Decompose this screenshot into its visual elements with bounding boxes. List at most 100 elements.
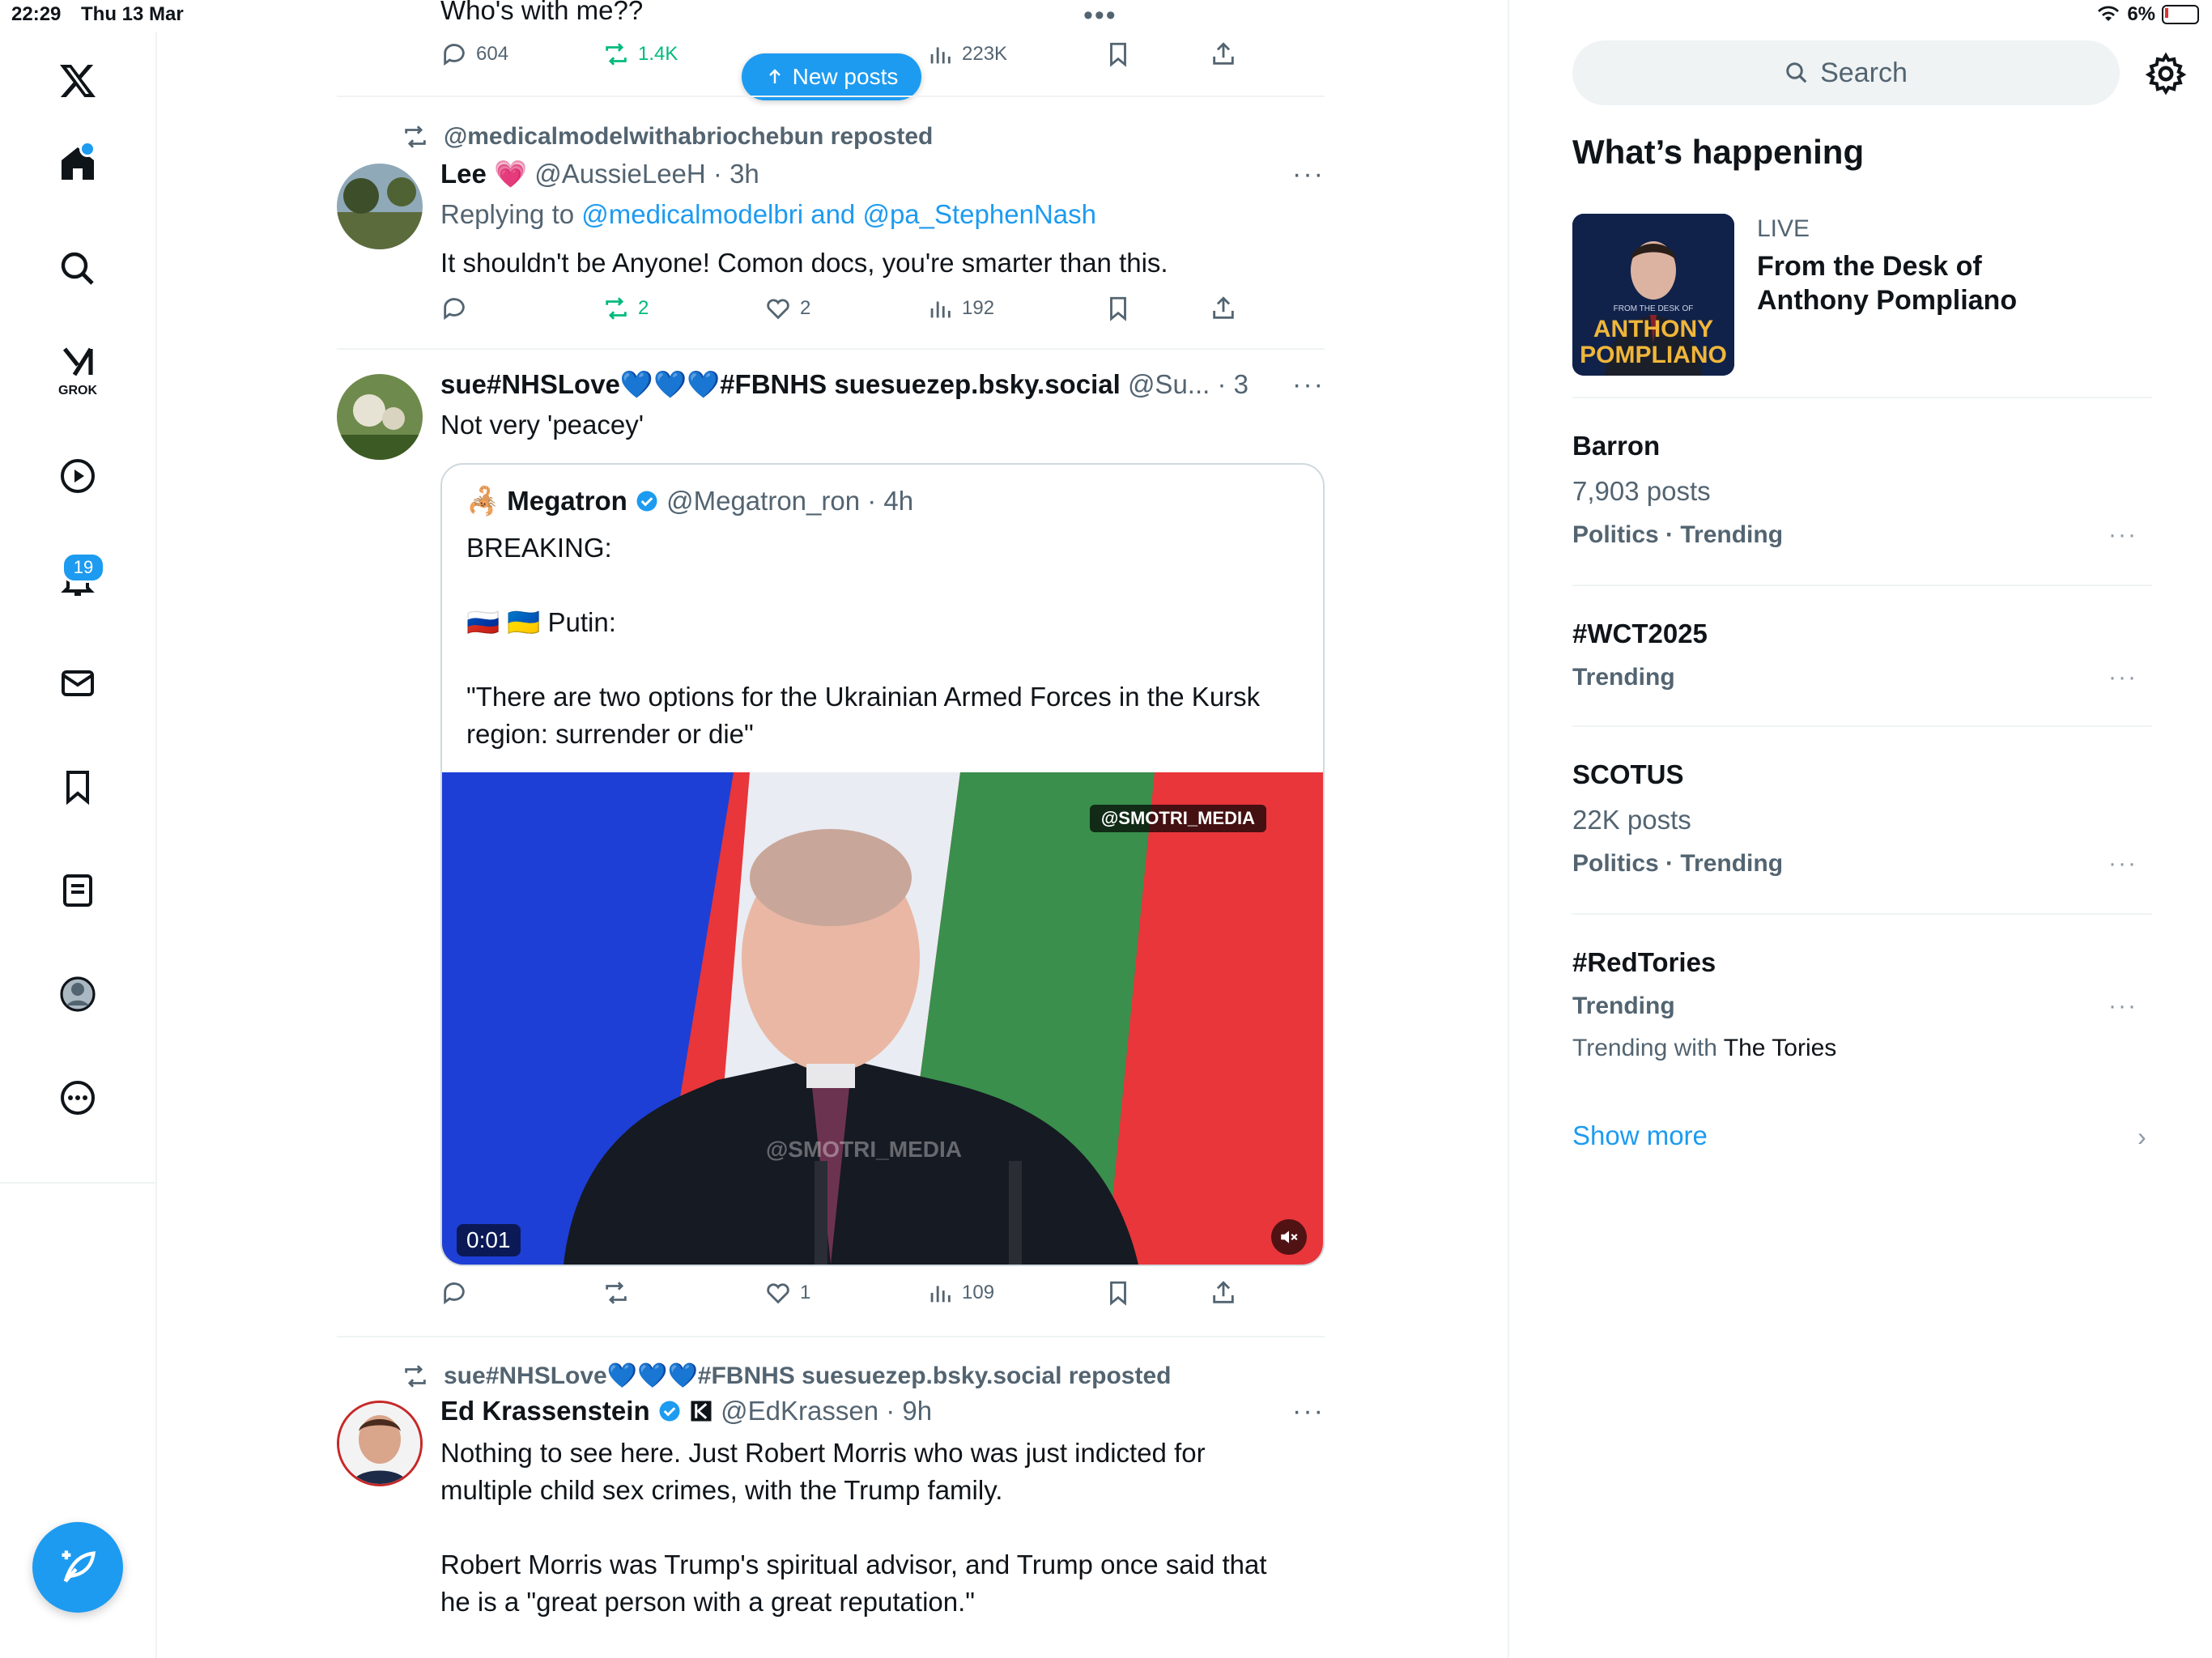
video-watermark: @SMOTRI_MEDIA <box>1089 805 1266 832</box>
trend-more-icon[interactable]: ··· <box>2108 664 2138 691</box>
tweet2-avatar[interactable] <box>337 374 423 460</box>
live-thumbnail[interactable]: FROM THE DESK OF ANTHONY POMPLIANO <box>1572 214 1734 376</box>
lists-icon[interactable] <box>45 858 110 923</box>
bookmark-icon <box>1110 1281 1126 1306</box>
tweet2-header: sue#NHSLove💙💙💙#FBNHS suesuezep.bsky.soci… <box>440 369 1250 401</box>
x-logo-icon[interactable] <box>45 49 110 113</box>
like-button[interactable]: 2 <box>764 295 810 322</box>
divider <box>1572 913 2152 915</box>
reply-count: 604 <box>476 43 509 65</box>
trend-name[interactable]: SCOTUS <box>1572 759 1684 790</box>
search-placeholder: Search <box>1820 57 1908 88</box>
grok-icon[interactable]: GROK <box>45 335 110 400</box>
quote-name[interactable]: Megatron <box>507 486 627 516</box>
live-title-line1[interactable]: From the Desk of <box>1757 251 1982 283</box>
quote-line4: region: surrender or die" <box>466 719 754 749</box>
divider <box>1572 585 2152 586</box>
reply-button[interactable]: 604 <box>440 40 508 68</box>
video-icon[interactable] <box>45 444 110 508</box>
new-posts-button[interactable]: New posts <box>742 53 921 100</box>
grok-label: GROK <box>58 384 97 397</box>
views-button[interactable]: 192 <box>926 295 994 322</box>
tweet2-name[interactable]: sue#NHSLove💙💙💙#FBNHS suesuezep.bsky.soci… <box>440 369 1121 399</box>
repost-indicator-icon <box>405 1364 426 1388</box>
search-input[interactable]: Search <box>1572 40 2120 105</box>
feed: Who's with me?? ••• 604 1.4K 223K New po… <box>337 0 1325 1658</box>
tweet2-more-icon[interactable]: ··· <box>1292 369 1325 401</box>
tweet3-name[interactable]: Ed Krassenstein <box>440 1396 650 1426</box>
reply-icon <box>444 1282 465 1305</box>
share-button[interactable] <box>1210 1279 1237 1307</box>
divider <box>1572 397 2152 398</box>
compose-button[interactable] <box>32 1522 123 1613</box>
trend-category: Politics · Trending <box>1572 521 1784 548</box>
live-thumb-line1: ANTHONY <box>1593 316 1714 342</box>
tweet2-handle[interactable]: @Su... <box>1128 369 1210 399</box>
tweet1-replying-to[interactable]: @medicalmodelbri and @pa_StephenNash <box>581 199 1096 229</box>
repost-icon <box>606 1282 627 1304</box>
live-title-line2[interactable]: Anthony Pompliano <box>1757 285 2017 317</box>
trending-with-topic[interactable]: The Tories <box>1724 1035 1837 1061</box>
settings-gear-icon[interactable] <box>2144 52 2188 96</box>
profile-icon[interactable] <box>45 962 110 1027</box>
repost-button[interactable]: 2 <box>602 295 649 322</box>
bookmark-icon <box>1110 296 1126 321</box>
quoted-tweet[interactable]: 🦂 Megatron @Megatron_ron · 4h BREAKING: … <box>440 463 1325 1266</box>
tweet2-actions: 1 109 <box>440 1279 1331 1318</box>
views-count: 192 <box>962 297 995 319</box>
quote-handle: @Megatron_ron <box>666 486 861 516</box>
trend-more-icon[interactable]: ··· <box>2108 521 2138 549</box>
divider <box>337 348 1325 350</box>
trend-more-icon[interactable]: ··· <box>2108 993 2138 1020</box>
tweet3-handle[interactable]: @EdKrassen <box>721 1396 878 1426</box>
tweet2-time: · 3h <box>1217 369 1250 399</box>
tweet3-repost-label: sue#NHSLove💙💙💙#FBNHS suesuezep.bsky.soci… <box>444 1363 1172 1389</box>
notifications-icon[interactable]: 19 <box>45 547 110 612</box>
tweet3-more-icon[interactable]: ··· <box>1292 1396 1325 1427</box>
show-more-link[interactable]: Show more <box>1572 1120 1708 1151</box>
messages-icon[interactable] <box>45 651 110 716</box>
trend-name[interactable]: Barron <box>1572 431 1660 461</box>
bookmark-button[interactable] <box>1104 295 1132 322</box>
mute-button[interactable] <box>1271 1219 1307 1255</box>
live-thumb-caption: FROM THE DESK OF <box>1613 304 1694 313</box>
home-icon[interactable] <box>45 131 110 196</box>
tweet3-avatar[interactable] <box>337 1401 423 1486</box>
heart-icon <box>767 299 789 320</box>
trend-name[interactable]: #RedTories <box>1572 947 1716 978</box>
tweet1-name[interactable]: Lee 💗 <box>440 159 527 189</box>
tweet1-avatar[interactable] <box>337 164 423 249</box>
trend-name[interactable]: #WCT2025 <box>1572 619 1708 649</box>
views-count: 223K <box>962 43 1008 65</box>
reply-button[interactable] <box>440 295 468 322</box>
views-button[interactable]: 223K <box>926 40 1007 68</box>
repost-button[interactable]: 1.4K <box>602 40 678 68</box>
repost-count: 2 <box>638 297 649 319</box>
bookmark-button[interactable] <box>1104 1279 1132 1307</box>
top-tweet-text: Who's with me?? <box>440 0 644 25</box>
views-button[interactable]: 109 <box>926 1279 994 1307</box>
repost-button[interactable] <box>602 1279 630 1307</box>
tweet1-more-icon[interactable]: ··· <box>1292 159 1325 190</box>
tweet1-text: It shouldn't be Anyone! Comon docs, you'… <box>440 248 1168 278</box>
top-tweet-more-icon[interactable]: ••• <box>1083 0 1117 32</box>
search-icon <box>1786 62 1807 83</box>
quote-time: · 4h <box>867 486 914 516</box>
video-player[interactable]: @SMOTRI_MEDIA @SMOTRI_MEDIA 0:01 <box>442 772 1323 1265</box>
quote-avatar-icon: 🦂 <box>466 486 500 516</box>
views-count: 109 <box>962 1282 995 1303</box>
share-button[interactable] <box>1210 295 1237 322</box>
more-icon[interactable] <box>45 1065 110 1130</box>
like-button[interactable]: 1 <box>764 1279 810 1307</box>
share-button[interactable] <box>1210 40 1237 68</box>
reply-button[interactable] <box>440 1279 468 1307</box>
tweet3-line1: Nothing to see here. Just Robert Morris … <box>440 1438 1206 1468</box>
left-nav: GROK 19 <box>0 32 157 1658</box>
share-icon <box>1213 42 1234 65</box>
bookmark-button[interactable] <box>1104 40 1132 68</box>
live-label: LIVE <box>1757 215 1810 242</box>
trend-more-icon[interactable]: ··· <box>2108 850 2138 878</box>
search-icon[interactable] <box>45 236 110 301</box>
tweet1-handle[interactable]: @AussieLeeH <box>534 159 705 189</box>
bookmarks-icon[interactable] <box>45 755 110 819</box>
